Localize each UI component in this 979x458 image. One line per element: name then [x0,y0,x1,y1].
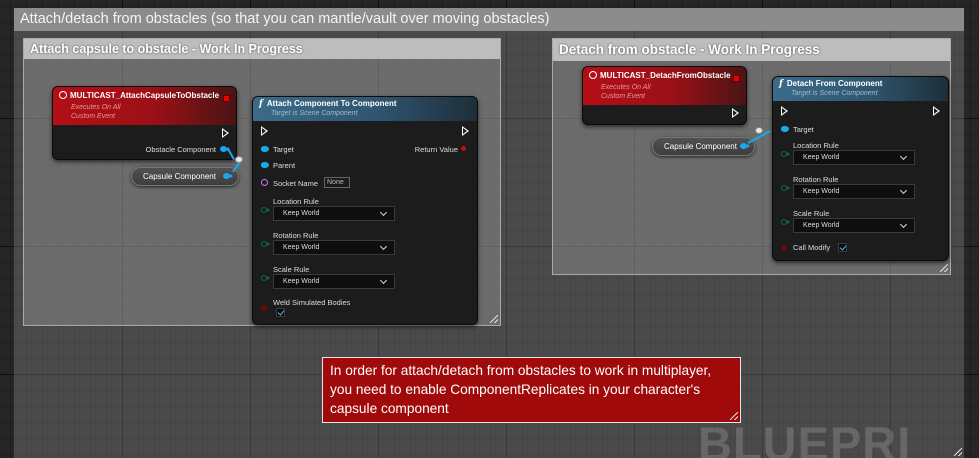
capsule-component-output-pin-icon[interactable] [740,143,750,149]
attach-component-function-node[interactable]: f Attach Component To Component Target is… [252,96,478,325]
detach-comment-resize-grip[interactable] [940,264,948,272]
scale-rule-value: Keep World [803,222,840,229]
detach-function-subtitle: Target is Scene Component [791,90,878,97]
target-pin-icon[interactable] [261,146,269,152]
capsule-component-output-pin-icon[interactable] [223,173,233,179]
reroute-knot-icon[interactable] [755,127,763,134]
multiplayer-note-comment[interactable]: In order for attach/detach from obstacle… [322,357,741,423]
location-rule-label: Location Rule [273,197,319,206]
rotation-rule-value: Keep World [803,188,840,195]
exec-out-pin-icon[interactable] [732,108,739,118]
rotation-rule-dropdown[interactable]: Keep World [273,240,395,255]
parent-pin-icon[interactable] [261,162,269,168]
call-modify-checkbox[interactable] [838,243,847,252]
return-value-pin-label: Return Value [414,145,458,154]
detach-event-title: MULTICAST_DetachFromObstacle [600,71,731,80]
attach-event-header: MULTICAST_AttachCapsuleToObstacle Execut… [53,87,236,125]
blueprint-watermark: BLUEPRI [698,418,912,458]
parent-pin-label: Parent [273,161,296,170]
function-icon: f [779,79,783,89]
detach-from-component-function-node[interactable]: f Detach From Component Target is Scene C… [772,76,949,261]
attach-comment-title[interactable]: Attach capsule to obstacle - Work In Pro… [24,39,500,59]
scale-rule-dropdown[interactable]: Keep World [273,274,395,289]
attach-capsule-component-variable[interactable]: Capsule Component [131,167,239,186]
return-value-pin-icon[interactable] [461,146,466,151]
target-pin-icon[interactable] [781,126,789,132]
scale-rule-pin-icon[interactable] [261,275,270,281]
attach-event-subtitle-1: Executes On All [71,104,121,111]
rotation-rule-pin-icon[interactable] [781,185,790,191]
attach-function-header: f Attach Component To Component Target is… [253,97,477,121]
event-icon [589,71,597,79]
rotation-rule-label: Rotation Rule [793,175,839,184]
socket-name-pin-label: Socket Name [273,179,319,188]
exec-out-pin-icon[interactable] [462,126,469,136]
scale-rule-label: Scale Rule [793,209,830,218]
reroute-knot-icon[interactable] [235,156,243,163]
detach-event-subtitle-2: Custom Event [601,93,645,100]
chevron-down-icon [379,242,388,251]
exec-out-pin-icon[interactable] [222,128,229,138]
scale-rule-pin-icon[interactable] [781,219,790,225]
scale-rule-dropdown[interactable]: Keep World [793,218,915,233]
event-icon [59,91,67,99]
target-pin-label: Target [793,125,814,134]
chevron-down-icon [899,220,908,229]
socket-name-input[interactable]: None [324,177,350,188]
location-rule-value: Keep World [283,210,320,217]
call-modify-label: Call Modify [793,243,831,252]
detach-function-header: f Detach From Component Target is Scene C… [773,77,948,101]
scale-rule-label: Scale Rule [273,265,310,274]
obstacle-component-pin-label: Obstacle Component [145,145,216,154]
weld-simulated-bodies-pin-icon[interactable] [261,305,267,311]
function-icon: f [259,99,263,109]
rotation-rule-value: Keep World [283,244,320,251]
location-rule-pin-icon[interactable] [261,207,270,213]
location-rule-pin-icon[interactable] [781,151,790,157]
weld-simulated-bodies-label: Weld Simulated Bodies [273,298,351,307]
rotation-rule-dropdown[interactable]: Keep World [793,184,915,199]
delegate-pin-icon[interactable] [733,75,740,82]
detach-comment-title[interactable]: Detach from obstacle - Work In Progress [553,39,950,61]
attach-comment-resize-grip[interactable] [490,315,498,323]
location-rule-dropdown[interactable]: Keep World [793,150,915,165]
exec-out-pin-icon[interactable] [933,106,940,116]
chevron-down-icon [379,208,388,217]
socket-name-pin-icon[interactable] [261,179,268,186]
attach-function-title: Attach Component To Component [266,99,397,108]
attach-capsule-variable-label: Capsule Component [143,172,216,181]
attach-custom-event-node[interactable]: MULTICAST_AttachCapsuleToObstacle Execut… [52,86,237,160]
exec-in-pin-icon[interactable] [261,126,268,136]
location-rule-label: Location Rule [793,141,839,150]
chevron-down-icon [899,152,908,161]
attach-event-title: MULTICAST_AttachCapsuleToObstacle [70,91,220,100]
attach-function-subtitle: Target is Scene Component [271,110,358,117]
location-rule-value: Keep World [803,154,840,161]
call-modify-pin-icon[interactable] [781,245,787,251]
detach-event-header: MULTICAST_DetachFromObstacle Executes On… [583,67,746,105]
chevron-down-icon [379,276,388,285]
target-pin-label: Target [273,145,294,154]
detach-capsule-variable-label: Capsule Component [664,142,737,151]
rotation-rule-pin-icon[interactable] [261,241,270,247]
weld-simulated-bodies-checkbox[interactable] [276,308,285,317]
checkmark-icon [277,308,285,316]
multiplayer-note-text: In order for attach/detach from obstacle… [330,363,712,416]
detach-capsule-component-variable[interactable]: Capsule Component [652,137,755,156]
detach-event-subtitle-1: Executes On All [601,84,651,91]
exec-in-pin-icon[interactable] [781,106,788,116]
delegate-pin-icon[interactable] [223,95,230,102]
rotation-rule-label: Rotation Rule [273,231,319,240]
detach-function-title: Detach From Component [786,79,883,88]
attach-event-subtitle-2: Custom Event [71,113,115,120]
scale-rule-value: Keep World [283,278,320,285]
checkmark-icon [839,243,847,251]
detach-custom-event-node[interactable]: MULTICAST_DetachFromObstacle Executes On… [582,66,747,125]
location-rule-dropdown[interactable]: Keep World [273,206,395,221]
chevron-down-icon [899,186,908,195]
outer-comment-title[interactable]: Attach/detach from obstacles (so that yo… [14,8,964,31]
